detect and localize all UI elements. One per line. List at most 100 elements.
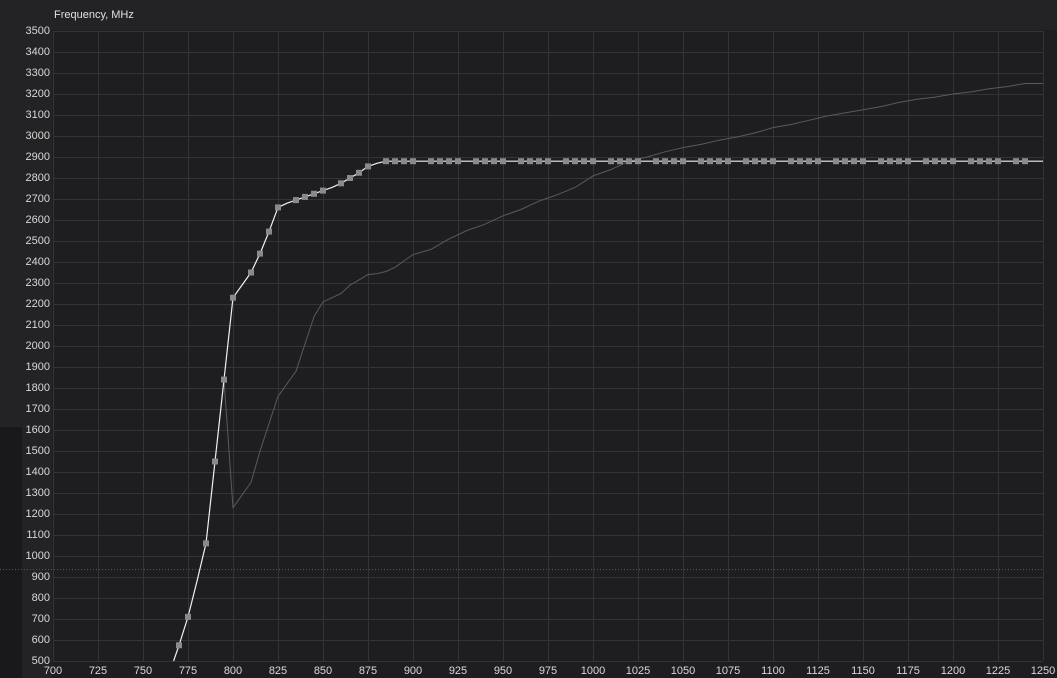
- y-tick-label-2700: 2700: [26, 193, 50, 205]
- y-tick-label-2200: 2200: [26, 298, 50, 310]
- curve-point-840[interactable]: [302, 193, 308, 200]
- y-tick-label-3300: 3300: [26, 67, 50, 79]
- curve-point-1075[interactable]: [725, 158, 731, 165]
- curve-point-985[interactable]: [563, 158, 569, 165]
- curve-point-1225[interactable]: [995, 158, 1001, 165]
- curve-point-825[interactable]: [275, 204, 281, 211]
- y-tick-label-1200: 1200: [26, 508, 50, 520]
- curve-point-1090[interactable]: [752, 158, 758, 165]
- curve-point-960[interactable]: [518, 158, 524, 165]
- curve-point-890[interactable]: [392, 158, 398, 165]
- curve-point-940[interactable]: [482, 158, 488, 165]
- curve-point-1025[interactable]: [635, 158, 641, 165]
- y-tick-label-1500: 1500: [26, 445, 50, 457]
- x-tick-label-875: 875: [359, 665, 377, 677]
- y-tick-label-1800: 1800: [26, 382, 50, 394]
- curve-point-1210[interactable]: [968, 158, 974, 165]
- curve-point-1085[interactable]: [743, 158, 749, 165]
- curve-point-1220[interactable]: [986, 158, 992, 165]
- frequency-curve-editor: 700 725 750 775 800 825 850 875 900 925 950 975 1000…: [0, 0, 1057, 678]
- curve-point-970[interactable]: [536, 158, 542, 165]
- y-tick-labels: 500 600 700 800 900 1000 1100 1200 1300 1400 1500 1…: [26, 25, 50, 667]
- curve-point-895[interactable]: [401, 158, 407, 165]
- y-tick-label-800: 800: [32, 592, 50, 604]
- curve-point-1015[interactable]: [617, 158, 623, 165]
- curve-point-975[interactable]: [545, 158, 551, 165]
- curve-point-800[interactable]: [230, 294, 236, 301]
- curve-point-860[interactable]: [338, 180, 344, 187]
- x-tick-label-900: 900: [404, 665, 422, 677]
- curve-point-865[interactable]: [347, 175, 353, 181]
- curve-point-910[interactable]: [428, 158, 434, 165]
- curve-point-1125[interactable]: [815, 158, 821, 165]
- curve-point-1120[interactable]: [806, 158, 812, 165]
- curve-point-1200[interactable]: [950, 158, 956, 165]
- curve-point-835[interactable]: [293, 197, 299, 204]
- y-tick-label-1700: 1700: [26, 403, 50, 415]
- curve-point-1060[interactable]: [698, 158, 704, 165]
- curve-point-795[interactable]: [221, 376, 227, 383]
- y-tick-label-600: 600: [32, 634, 50, 646]
- curve-point-790[interactable]: [212, 458, 218, 465]
- y-tick-label-1000: 1000: [26, 550, 50, 562]
- curve-point-1020[interactable]: [626, 158, 632, 165]
- curve-point-1190[interactable]: [932, 158, 938, 165]
- x-tick-label-1050: 1050: [671, 665, 695, 677]
- curve-point-1040[interactable]: [662, 158, 668, 165]
- curve-point-915[interactable]: [437, 158, 443, 165]
- curve-point-1135[interactable]: [833, 158, 839, 165]
- curve-point-965[interactable]: [527, 158, 533, 165]
- curve-point-1110[interactable]: [788, 158, 794, 165]
- curve-point-810[interactable]: [248, 269, 254, 276]
- curve-point-925[interactable]: [455, 158, 461, 165]
- x-tick-label-775: 775: [179, 665, 197, 677]
- curve-point-995[interactable]: [581, 158, 587, 165]
- curve-point-990[interactable]: [572, 158, 578, 165]
- y-tick-label-2300: 2300: [26, 277, 50, 289]
- curve-point-885[interactable]: [383, 158, 389, 165]
- curve-point-1000[interactable]: [590, 158, 596, 165]
- curve-point-1185[interactable]: [923, 158, 929, 165]
- curve-point-1045[interactable]: [671, 158, 677, 165]
- curve-point-1010[interactable]: [608, 158, 614, 165]
- x-tick-label-1075: 1075: [716, 665, 740, 677]
- curve-point-1240[interactable]: [1022, 158, 1028, 165]
- curve-point-770[interactable]: [176, 642, 182, 649]
- curve-point-775[interactable]: [185, 613, 191, 620]
- curve-point-1070[interactable]: [716, 158, 722, 165]
- curve-point-1050[interactable]: [680, 158, 686, 165]
- curve-point-900[interactable]: [410, 158, 416, 165]
- curve-point-1160[interactable]: [878, 158, 884, 165]
- curve-point-1145[interactable]: [851, 158, 857, 165]
- x-tick-label-800: 800: [224, 665, 242, 677]
- curve-point-875[interactable]: [365, 163, 371, 170]
- curve-point-1170[interactable]: [896, 158, 902, 165]
- curve-point-1035[interactable]: [653, 158, 659, 165]
- curve-point-820[interactable]: [266, 228, 272, 235]
- curve-point-935[interactable]: [473, 158, 479, 165]
- curve-point-1100[interactable]: [770, 158, 776, 165]
- curve-point-785[interactable]: [203, 540, 209, 547]
- curve-point-1140[interactable]: [842, 158, 848, 165]
- curve-point-1175[interactable]: [905, 158, 911, 165]
- curve-point-1150[interactable]: [860, 158, 866, 165]
- y-tick-label-2800: 2800: [26, 172, 50, 184]
- x-tick-label-1200: 1200: [941, 665, 965, 677]
- curve-point-845[interactable]: [311, 190, 317, 197]
- curve-point-1195[interactable]: [941, 158, 947, 165]
- curve-point-1165[interactable]: [887, 158, 893, 165]
- curve-point-1215[interactable]: [977, 158, 983, 165]
- curve-point-815[interactable]: [257, 250, 263, 257]
- curve-point-870[interactable]: [356, 169, 362, 176]
- curve-point-1065[interactable]: [707, 158, 713, 165]
- curve-point-1235[interactable]: [1013, 158, 1019, 165]
- y-tick-label-3100: 3100: [26, 109, 50, 121]
- curve-point-950[interactable]: [500, 158, 506, 165]
- frequency-voltage-chart[interactable]: 700 725 750 775 800 825 850 875 900 925 950 975 1000…: [0, 0, 1057, 678]
- curve-point-945[interactable]: [491, 158, 497, 165]
- y-tick-label-2900: 2900: [26, 151, 50, 163]
- curve-point-1115[interactable]: [797, 158, 803, 165]
- curve-point-1095[interactable]: [761, 158, 767, 165]
- curve-point-850[interactable]: [320, 187, 326, 194]
- curve-point-920[interactable]: [446, 158, 452, 165]
